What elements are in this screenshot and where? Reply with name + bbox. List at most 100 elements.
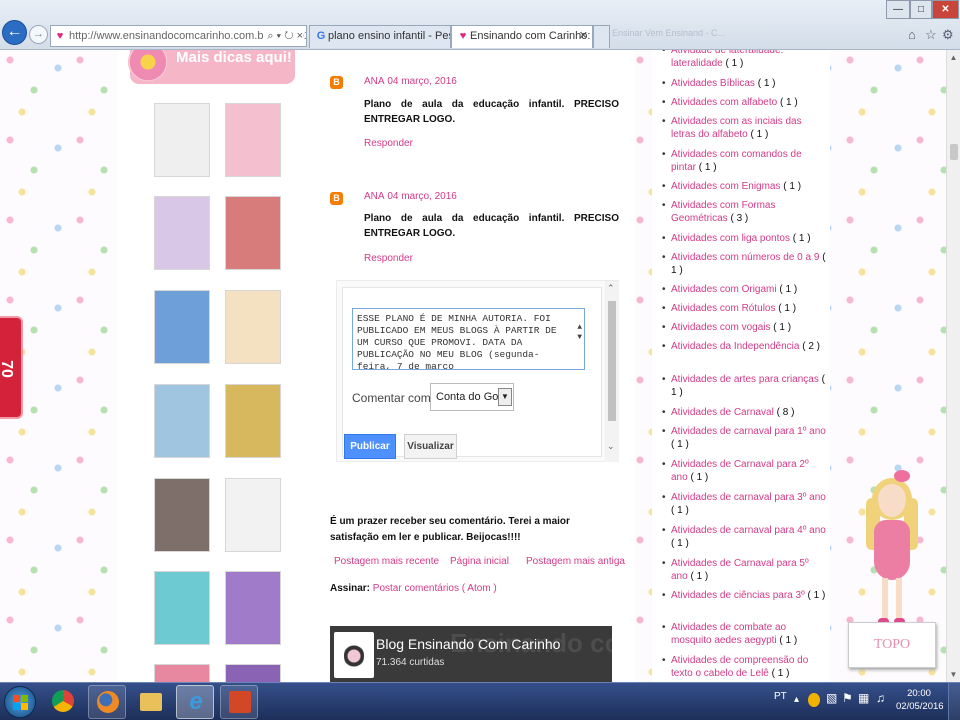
- category-link[interactable]: Atividades de carnaval para 3º ano: [671, 492, 826, 503]
- facebook-page-title[interactable]: Blog Ensinando Com Carinho: [376, 636, 560, 652]
- comment-author-date[interactable]: ANA 04 março, 2016: [364, 76, 457, 87]
- category-link[interactable]: Atividades com Formas Geométricas: [671, 200, 775, 224]
- category-item[interactable]: • Atividades com números de 0 a 9 ( 1 ): [662, 251, 828, 277]
- reply-link[interactable]: Responder: [364, 253, 413, 264]
- category-item[interactable]: • Atividades de Carnaval ( 8 ): [662, 406, 828, 419]
- page-scrollbar[interactable]: ▲ ▼: [946, 50, 960, 682]
- category-item[interactable]: • Atividades com Origami ( 1 ): [662, 283, 828, 296]
- category-link[interactable]: Atividades com liga pontos: [671, 233, 790, 244]
- scroll-down-icon[interactable]: ▼: [947, 667, 960, 682]
- volume-icon[interactable]: ♫: [876, 691, 885, 705]
- category-item[interactable]: • Atividades de carnaval para 4º ano ( 1 …: [662, 524, 828, 550]
- thumbnail-bonecas-sala[interactable]: [225, 384, 281, 458]
- maximize-button[interactable]: □: [910, 0, 932, 19]
- category-link[interactable]: Atividades com as inciais das letras do …: [671, 116, 802, 140]
- comment-date[interactable]: 04 março, 2016: [387, 191, 457, 202]
- category-link[interactable]: Atividades de Carnaval: [671, 407, 774, 418]
- scroll-up-icon[interactable]: ⌃: [607, 283, 615, 294]
- category-item[interactable]: • Atividades de carnaval para 1º ano ( 1 …: [662, 425, 828, 451]
- publish-button[interactable]: Publicar: [344, 434, 396, 459]
- category-link[interactable]: Atividades de carnaval para 4º ano: [671, 525, 826, 536]
- back-to-top-button[interactable]: TOPO: [848, 622, 936, 668]
- category-link[interactable]: Atividades de artes para crianças: [671, 374, 819, 385]
- comment-author[interactable]: ANA: [364, 191, 385, 202]
- new-tab-button[interactable]: [593, 25, 610, 48]
- category-link[interactable]: Atividades de ciências para 3º: [671, 590, 805, 601]
- facebook-page-box[interactable]: Ensinando com Carinho Blog Ensinando Com…: [330, 626, 612, 682]
- category-item[interactable]: • Atividades com alfabeto ( 1 ): [662, 96, 828, 109]
- category-link[interactable]: Atividades Bíblicas: [671, 78, 755, 89]
- chevron-down-icon[interactable]: ▼: [498, 388, 512, 406]
- tab-google-search[interactable]: Gplano ensino infantil - Pesquis...: [309, 25, 451, 48]
- category-item[interactable]: • Atividades de artes para crianças ( 1 ): [662, 373, 828, 399]
- home-link[interactable]: Página inicial: [450, 556, 509, 567]
- category-item[interactable]: • Atividades de ciências para 3º ( 1 ): [662, 589, 828, 602]
- language-indicator[interactable]: PT: [774, 691, 787, 702]
- category-link[interactable]: Atividades com Enigmas: [671, 181, 781, 192]
- scroll-thumb[interactable]: [608, 301, 616, 421]
- thumbnail-coelhinho-pascoa[interactable]: [225, 290, 281, 364]
- tray-up-icon[interactable]: ▴: [794, 694, 799, 705]
- thumbnail-bem-vindos[interactable]: [225, 664, 281, 682]
- category-link[interactable]: Atividades com números de 0 a 9: [671, 252, 819, 263]
- minimize-button[interactable]: —: [886, 0, 910, 19]
- tray-app-icon[interactable]: [808, 693, 820, 707]
- comment-as-select[interactable]: Conta do Goog ▼: [430, 383, 514, 411]
- category-link[interactable]: Atividades com vogais: [671, 322, 771, 333]
- scroll-up-icon[interactable]: ▲: [947, 50, 960, 65]
- thumbnail-escrita-numerica[interactable]: [154, 196, 210, 270]
- thumbnail-hora-da-leitura[interactable]: [154, 290, 210, 364]
- category-link[interactable]: Atividades com alfabeto: [671, 97, 777, 108]
- address-tools[interactable]: ⌕ ▾ ↻ ×: [264, 26, 303, 46]
- comment-textarea[interactable]: ESSE PLANO É DE MINHA AUTORIA. FOI PUBLI…: [352, 308, 585, 370]
- scroll-down-icon[interactable]: ⌄: [607, 441, 615, 452]
- tab-ensinando[interactable]: ♥Ensinando com Carinho: Pl... ✕: [451, 25, 593, 48]
- category-item[interactable]: • Atividades Bíblicas ( 1 ): [662, 77, 828, 90]
- thumbnail-plano-doc[interactable]: [154, 103, 210, 177]
- tray-device-icon[interactable]: ▧: [826, 691, 837, 705]
- category-item[interactable]: • Atividades de carnaval para 3º ano ( 1 …: [662, 491, 828, 517]
- comment-author-date[interactable]: ANA 04 março, 2016: [364, 191, 457, 202]
- explorer-folder-icon[interactable]: [132, 685, 170, 719]
- category-item[interactable]: • Atividades de Carnaval para 5º ano ( 1 …: [662, 557, 828, 583]
- show-desktop-button[interactable]: [948, 683, 960, 720]
- chrome-icon[interactable]: [44, 685, 82, 719]
- home-icon[interactable]: ⌂: [908, 27, 916, 42]
- category-link[interactable]: Atividades com Rótulos: [671, 303, 776, 314]
- thumbnail-mural-roxo[interactable]: [225, 571, 281, 645]
- tab-close-icon[interactable]: ✕: [579, 26, 588, 47]
- flag-icon[interactable]: ⚑: [842, 691, 853, 705]
- forward-button[interactable]: →: [29, 25, 48, 44]
- older-post-link[interactable]: Postagem mais antiga: [526, 556, 625, 567]
- preview-button[interactable]: Visualizar: [404, 434, 457, 459]
- category-link[interactable]: Atividades com Origami: [671, 284, 777, 295]
- firefox-icon[interactable]: [88, 685, 126, 719]
- category-item[interactable]: • Atividades de combate ao mosquito aedes…: [662, 621, 828, 647]
- scroll-thumb[interactable]: [950, 144, 958, 160]
- thumbnail-uma-vez[interactable]: [154, 384, 210, 458]
- reply-link[interactable]: Responder: [364, 138, 413, 149]
- internet-explorer-icon[interactable]: e: [176, 685, 214, 719]
- category-link[interactable]: Atividades de carnaval para 1º ano: [671, 426, 826, 437]
- category-item[interactable]: • Atividades com Formas Geométricas ( 3 ): [662, 199, 828, 225]
- back-button[interactable]: ←: [2, 20, 27, 45]
- powerpoint-icon[interactable]: [220, 685, 258, 719]
- close-window-button[interactable]: ✕: [932, 0, 959, 19]
- comment-author[interactable]: ANA: [364, 76, 385, 87]
- thumbnail-vamos-ativar[interactable]: [154, 571, 210, 645]
- star-icon[interactable]: ☆: [925, 27, 937, 43]
- category-item[interactable]: • Atividades da Independência ( 2 ): [662, 340, 828, 353]
- category-item[interactable]: • Atividades com Enigmas ( 1 ): [662, 180, 828, 193]
- thumbnail-mascaras[interactable]: [154, 478, 210, 552]
- category-link[interactable]: Atividades de combate ao mosquito aedes …: [671, 622, 786, 646]
- windows-start-icon[interactable]: [4, 686, 36, 718]
- textarea-scroll-icon[interactable]: ▲ ▼: [577, 323, 582, 343]
- thumbnail-coelhos-rosa[interactable]: [225, 103, 281, 177]
- category-link[interactable]: Atividades com comandos de pintar: [671, 149, 802, 173]
- category-link[interactable]: Atividades da Independência: [671, 341, 799, 352]
- network-icon[interactable]: ▦: [858, 691, 869, 705]
- address-bar[interactable]: ♥ http://www.ensinandocomcarinho.com.br/2…: [50, 25, 307, 47]
- category-item[interactable]: • Atividades com comandos de pintar ( 1 ): [662, 148, 828, 174]
- category-item[interactable]: • Atividades com Rótulos ( 1 ): [662, 302, 828, 315]
- category-item[interactable]: • Atividade de lateralidade: lateralidade…: [662, 50, 828, 70]
